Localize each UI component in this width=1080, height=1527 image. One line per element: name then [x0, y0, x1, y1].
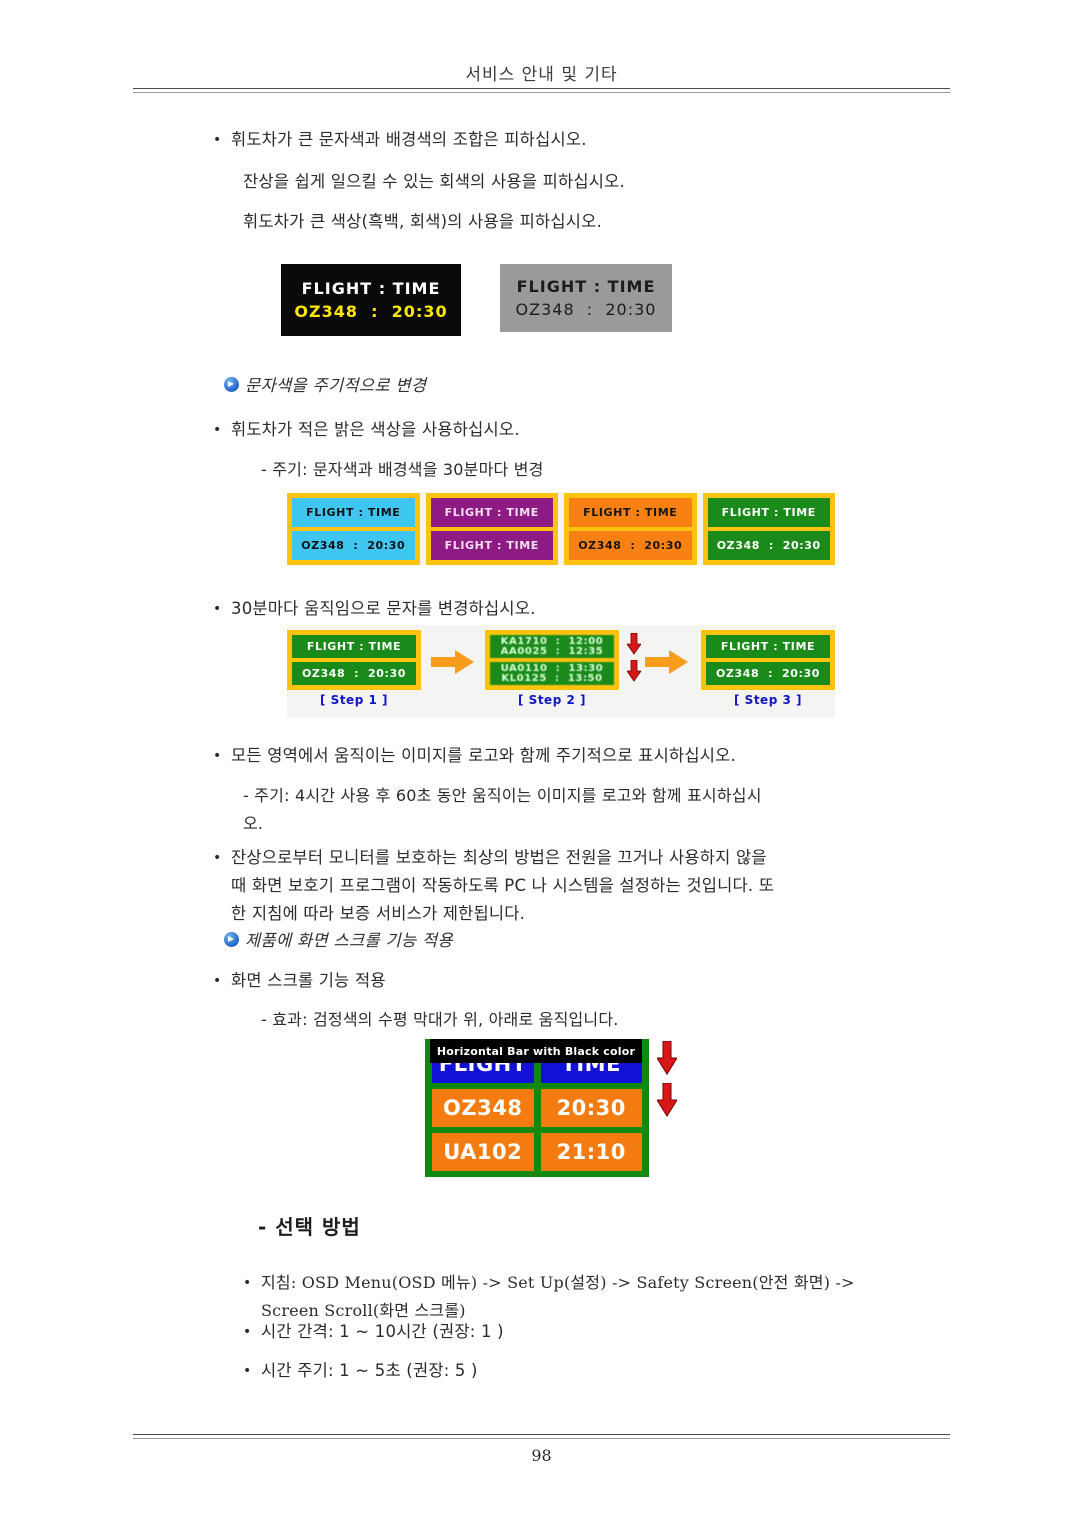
color-panel-orange: FLIGHT : TIME OZ348 : 20:30 [564, 493, 697, 565]
dash-item-2: - 주기: 문자색과 배경색을 30분마다 변경 [261, 460, 544, 479]
bullet-glyph: • [213, 850, 222, 866]
scroll-demo-cell-time-1: 20:30 [540, 1089, 642, 1127]
scroll-demo-row-1: OZ348 20:30 [432, 1089, 642, 1127]
step-1-line-1: FLIGHT : TIME [292, 635, 416, 658]
flight-display-header-text: FLIGHT : TIME [301, 279, 441, 298]
bullet-item-5-text: 잔상으로부터 모니터를 보호하는 최상의 방법은 전원을 끄거나 사용하지 않을… [231, 848, 775, 923]
panel-line-2: OZ348 : 20:30 [707, 531, 830, 560]
step-2-line-1b: AA0025 : 12:35 [500, 645, 604, 657]
step-2-line-2b: KL0125 : 13:50 [501, 672, 603, 684]
step-2-panel: KA1710 : 12:00 AA0025 : 12:35 UA0110 : 1… [485, 630, 619, 690]
down-arrow-icon-4 [657, 1083, 677, 1117]
bullet-item-6-text: 화면 스크롤 기능 적용 [231, 971, 386, 990]
step-1-panel: FLIGHT : TIME OZ348 : 20:30 [287, 630, 421, 690]
bullet-item-2-text: 휘도차가 적은 밝은 색상을 사용하십시오. [231, 420, 520, 439]
figure-color-cycle-panels: FLIGHT : TIME OZ348 : 20:30 FLIGHT : TIM… [287, 493, 835, 565]
bullet-glyph: • [243, 1363, 252, 1379]
horizontal-black-bar-label: Horizontal Bar with Black color [430, 1039, 642, 1063]
bullet-glyph: • [243, 1275, 252, 1291]
page-header-title: 서비스 안내 및 기타 [465, 65, 618, 85]
scroll-demo-cell-time-2: 21:10 [540, 1133, 642, 1171]
page-number: 98 [531, 1446, 552, 1465]
color-panel-purple: FLIGHT : TIME FLIGHT : TIME [425, 493, 558, 565]
scroll-demo-row-2: UA102 21:10 [432, 1133, 642, 1171]
dash-item-4: - 주기: 4시간 사용 후 60초 동안 움직이는 이미지를 로고와 함께 표… [243, 786, 762, 833]
footer-divider [133, 1434, 950, 1439]
step-3-panel: FLIGHT : TIME OZ348 : 20:30 [701, 630, 835, 690]
step-2-label: [ Step 2 ] [518, 693, 586, 707]
paragraph-1-line-2: 잔상을 쉽게 일으킬 수 있는 회색의 사용을 피하십시오. [243, 172, 625, 191]
step-2-line-2a: UA0110 : 13:30 [500, 662, 604, 674]
bullet-item-2: • 휘도차가 적은 밝은 색상을 사용하십시오. [213, 416, 933, 444]
figure-flight-display-black: FLIGHT : TIME OZ348 : 20:30 [281, 264, 461, 336]
bullet-glyph: • [243, 1324, 252, 1340]
bullet-item-4-text: 모든 영역에서 움직이는 이미지를 로고와 함께 주기적으로 표시하십시오. [231, 746, 736, 765]
step-2-line-1a: KA1710 : 12:00 [500, 635, 604, 647]
paragraph-1-line-3: 휘도차가 큰 색상(흑백, 회색)의 사용을 피하십시오. [243, 212, 602, 231]
scroll-demo-cell-flight-no-1: OZ348 [432, 1089, 534, 1127]
blue-arrow-bullet-icon [224, 931, 239, 947]
header-divider [133, 88, 950, 93]
panel-line-1: FLIGHT : TIME [292, 498, 415, 527]
bullet-glyph: • [213, 132, 222, 148]
down-arrow-icon-1 [627, 633, 641, 655]
subsection-heading-selection-method: - 선택 방법 [258, 1215, 361, 1239]
figure-screen-scroll-demo: FLIGHT TIME OZ348 20:30 UA102 21:10 Hori… [425, 1039, 683, 1179]
flight-display-header-text: FLIGHT : TIME [516, 277, 656, 296]
bullet-item-9: • 시간 주기: 1 ~ 5초 (권장: 5 ) [243, 1357, 943, 1385]
section-heading-text-color-change: 문자색을 주기적으로 변경 [224, 372, 426, 396]
bullet-item-1-text: 휘도차가 큰 문자색과 배경색의 조합은 피하십시오. [231, 130, 587, 149]
flight-display-data-text: OZ348 : 20:30 [294, 302, 448, 321]
bullet-item-7: • 지침: OSD Menu(OSD 메뉴) -> Set Up(설정) -> … [243, 1269, 943, 1325]
panel-line-1: FLIGHT : TIME [707, 498, 830, 527]
bullet-item-1: • 휘도차가 큰 문자색과 배경색의 조합은 피하십시오. [213, 126, 933, 154]
section-heading-label: 문자색을 주기적으로 변경 [245, 376, 427, 395]
down-arrow-icon-2 [627, 660, 641, 682]
bullet-glyph: • [213, 422, 222, 438]
figure-flight-display-gray: FLIGHT : TIME OZ348 : 20:30 [500, 264, 672, 332]
figure-step-sequence: FLIGHT : TIME OZ348 : 20:30 [ Step 1 ] K… [287, 625, 835, 718]
step-2-line-1: KA1710 : 12:00 AA0025 : 12:35 [490, 635, 614, 658]
flight-display-data-text: OZ348 : 20:30 [515, 300, 657, 319]
bullet-glyph: • [213, 748, 222, 764]
right-arrow-icon-1 [431, 650, 474, 674]
bullet-item-5: • 잔상으로부터 모니터를 보호하는 최상의 방법은 전원을 끄거나 사용하지 … [213, 844, 953, 928]
section-heading-label: 제품에 화면 스크롤 기능 적용 [245, 931, 453, 950]
bullet-item-3: • 30분마다 움직임으로 문자를 변경하십시오. [213, 595, 933, 623]
down-arrow-icon-3 [657, 1041, 677, 1075]
dash-item-6: - 효과: 검정색의 수평 막대가 위, 아래로 움직입니다. [261, 1010, 619, 1029]
step-1-line-2: OZ348 : 20:30 [292, 662, 416, 685]
blue-arrow-bullet-icon [224, 376, 239, 392]
document-page: 서비스 안내 및 기타 • 휘도차가 큰 문자색과 배경색의 조합은 피하십시오… [0, 0, 1080, 1527]
panel-line-2: FLIGHT : TIME [430, 531, 553, 560]
scroll-demo-cell-flight-no-2: UA102 [432, 1133, 534, 1171]
panel-line-1: FLIGHT : TIME [430, 498, 553, 527]
bullet-item-8-text: 시간 간격: 1 ~ 10시간 (권장: 1 ) [261, 1322, 504, 1341]
bullet-item-6: • 화면 스크롤 기능 적용 [213, 967, 933, 995]
right-arrow-icon-2 [645, 650, 688, 674]
section-heading-screen-scroll: 제품에 화면 스크롤 기능 적용 [224, 927, 453, 951]
panel-line-1: FLIGHT : TIME [569, 498, 692, 527]
bullet-glyph: • [213, 973, 222, 989]
step-3-label: [ Step 3 ] [734, 693, 802, 707]
bullet-glyph: • [213, 601, 222, 617]
bullet-item-8: • 시간 간격: 1 ~ 10시간 (권장: 1 ) [243, 1318, 943, 1346]
bullet-item-7-text: 지침: OSD Menu(OSD 메뉴) -> Set Up(설정) -> Sa… [261, 1273, 855, 1320]
bullet-item-4: • 모든 영역에서 움직이는 이미지를 로고와 함께 주기적으로 표시하십시오. [213, 742, 953, 770]
color-panel-green: FLIGHT : TIME OZ348 : 20:30 [702, 493, 835, 565]
step-2-line-2: UA0110 : 13:30 KL0125 : 13:50 [490, 662, 614, 685]
bullet-item-3-text: 30분마다 움직임으로 문자를 변경하십시오. [231, 599, 536, 618]
panel-line-2: OZ348 : 20:30 [569, 531, 692, 560]
step-3-line-1: FLIGHT : TIME [706, 635, 830, 658]
panel-line-2: OZ348 : 20:30 [292, 531, 415, 560]
step-1-label: [ Step 1 ] [320, 693, 388, 707]
bullet-item-9-text: 시간 주기: 1 ~ 5초 (권장: 5 ) [261, 1361, 478, 1380]
color-panel-cyan: FLIGHT : TIME OZ348 : 20:30 [287, 493, 420, 565]
step-3-line-2: OZ348 : 20:30 [706, 662, 830, 685]
